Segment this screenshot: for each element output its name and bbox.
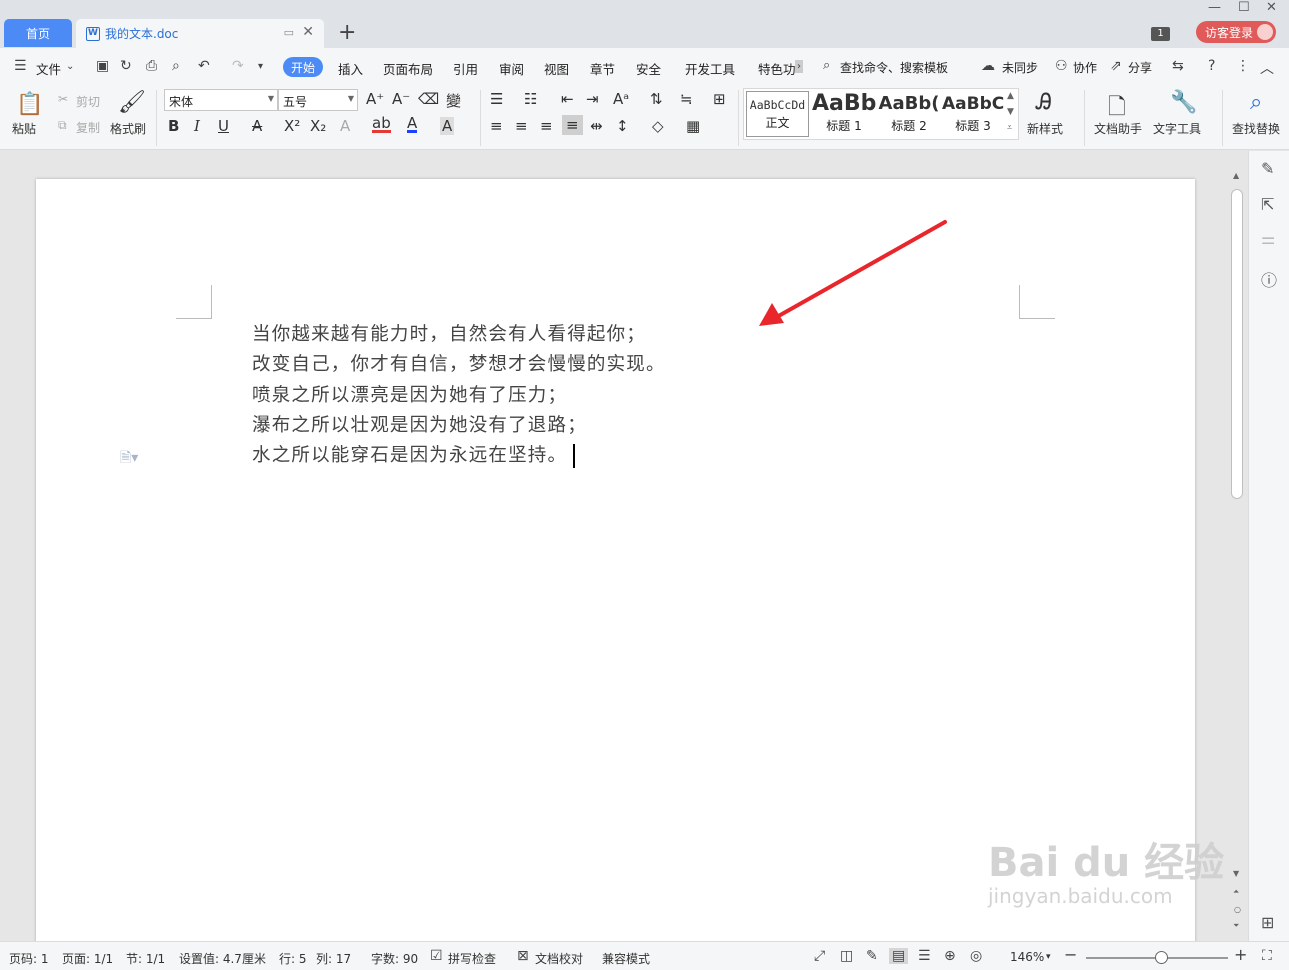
annotation-arrow — [759, 220, 947, 326]
fullscreen-icon[interactable]: ⤢ — [814, 948, 825, 964]
spell-check-icon[interactable]: ☑ — [430, 948, 443, 964]
watermark-logo: Bai du 经验 — [988, 840, 1225, 886]
scrollbar-thumb[interactable] — [1231, 189, 1243, 499]
zoom-in-icon[interactable]: + — [1234, 945, 1247, 964]
settings-sliders-icon[interactable]: ⚌ — [1261, 229, 1275, 248]
reading-mode-icon[interactable]: ◫ — [840, 948, 853, 964]
right-side-panel: ✎ ⇱ ⚌ ⓘ ⊞ — [1248, 151, 1289, 941]
zoom-dropdown-icon[interactable]: ▾ — [1046, 952, 1051, 962]
edit-pen-icon[interactable]: ✎ — [1261, 159, 1274, 178]
status-page-code[interactable]: 页码: 1 — [9, 950, 49, 967]
write-mode-icon[interactable]: ✎ — [866, 948, 878, 964]
status-pages[interactable]: 页面: 1/1 — [62, 950, 113, 967]
next-page-icon[interactable]: ⏷ — [1233, 921, 1239, 931]
pointer-icon[interactable]: ⇱ — [1261, 195, 1274, 214]
scroll-up-icon[interactable]: ▲ — [1233, 171, 1239, 180]
arrow-shaft — [773, 220, 947, 320]
status-word-count[interactable]: 字数: 90 — [371, 950, 418, 967]
compat-mode: 兼容模式 — [602, 952, 651, 966]
scroll-down-icon[interactable]: ▼ — [1233, 869, 1239, 878]
fit-window-icon[interactable]: ⛶ — [1262, 948, 1272, 964]
select-browse-icon[interactable]: ○ — [1234, 905, 1241, 914]
grid-view-icon[interactable]: ⊞ — [1261, 913, 1274, 932]
proofread-icon[interactable]: ⊠ — [517, 948, 529, 964]
status-col[interactable]: 列: 17 — [316, 950, 351, 967]
baidu-watermark: Bai du 经验 jingyan.baidu.com — [988, 830, 1224, 908]
outline-view-icon[interactable]: ☰ — [918, 948, 931, 964]
status-section[interactable]: 节: 1/1 — [126, 950, 165, 967]
zoom-out-icon[interactable]: − — [1064, 945, 1077, 964]
status-setting[interactable]: 设置值: 4.7厘米 — [179, 950, 266, 967]
prev-page-icon[interactable]: ⏶ — [1233, 887, 1239, 897]
status-row[interactable]: 行: 5 — [279, 950, 307, 967]
status-bar: 页码: 1 页面: 1/1 节: 1/1 设置值: 4.7厘米 行: 5 列: … — [0, 941, 1289, 970]
vertical-scrollbar[interactable]: ▲ ▼ ⏶ ○ ⏷ — [1228, 151, 1248, 941]
zoom-slider-thumb[interactable] — [1155, 951, 1168, 964]
proofread-button[interactable]: 文档校对 — [535, 950, 583, 967]
web-view-icon[interactable]: ⊕ — [944, 948, 956, 964]
eye-protection-icon[interactable]: ◎ — [970, 948, 982, 964]
page-view-icon[interactable]: ▤ — [889, 948, 909, 964]
help-circle-icon[interactable]: ⓘ — [1261, 267, 1277, 291]
spell-check-button[interactable]: 拼写检查 — [448, 950, 496, 967]
zoom-level[interactable]: 146% — [1010, 950, 1044, 964]
